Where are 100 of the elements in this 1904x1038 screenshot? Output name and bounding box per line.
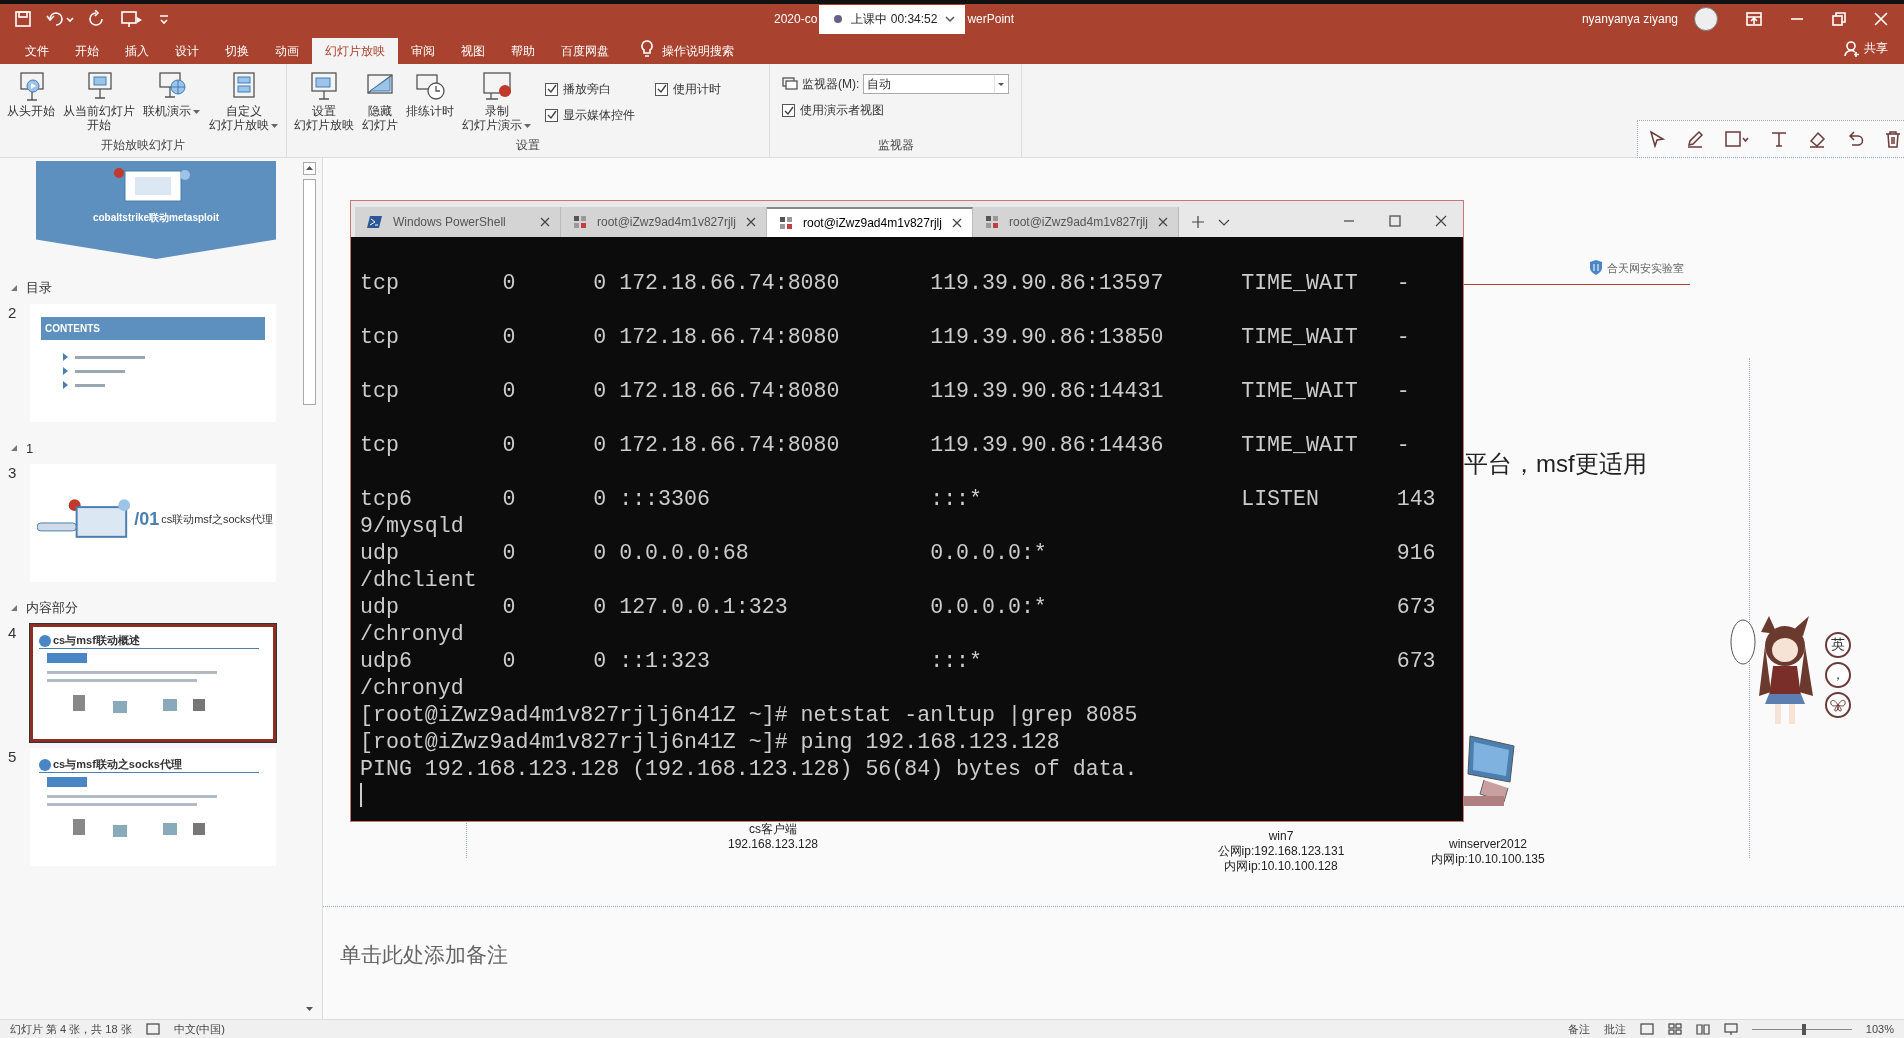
ribbon-tab[interactable]: 幻灯片放映 — [312, 38, 398, 64]
slide-number: 2 — [7, 304, 18, 321]
terminal-tab[interactable]: root@iZwz9ad4m1v827rjlj — [973, 207, 1179, 237]
ime-mode-button[interactable]: 英 — [1825, 632, 1851, 658]
expanded-triangle-icon[interactable] — [10, 284, 18, 292]
monitor-label: 监视器(M): — [802, 75, 860, 93]
pointer-icon[interactable] — [1648, 130, 1666, 148]
avatar[interactable] — [1694, 7, 1718, 31]
save-icon[interactable] — [14, 10, 32, 28]
ribbon-tab[interactable]: 开始 — [62, 38, 112, 64]
terminal-tab[interactable]: root@iZwz9ad4m1v827rjlj — [767, 207, 973, 237]
slide-number: 5 — [7, 748, 18, 765]
checkbox[interactable] — [545, 82, 558, 96]
zoom-level[interactable]: 103% — [1865, 1023, 1894, 1035]
ribbon-tab[interactable]: 文件 — [12, 38, 62, 64]
close-icon[interactable] — [1158, 217, 1168, 227]
terminal-line: /dhclient — [360, 567, 478, 594]
ribbon-tab[interactable]: 审阅 — [398, 38, 448, 64]
search-field[interactable]: 操作说明搜索 — [662, 38, 734, 64]
checkbox[interactable] — [545, 108, 558, 122]
checkbox-label: 使用计时 — [673, 80, 721, 98]
ribbon-tab[interactable]: 设计 — [162, 38, 212, 64]
checkbox-label: 播放旁白 — [563, 80, 611, 98]
ribbon-button[interactable]: 自定义 幻灯片放映 — [206, 70, 282, 132]
chapter-number: /01 — [134, 508, 160, 530]
user-name[interactable]: nyanyanya ziyang — [1581, 12, 1678, 26]
restore-icon[interactable] — [1832, 12, 1846, 26]
section-header[interactable]: 1 — [0, 438, 301, 458]
eraser-icon[interactable] — [1808, 130, 1826, 148]
slide-thumbnail[interactable]: cs与msf联动概述 — [30, 624, 276, 742]
ribbon-tab[interactable]: 切换 — [212, 38, 262, 64]
sorter-view-icon[interactable] — [1667, 1023, 1682, 1035]
scroll-thumb[interactable] — [303, 179, 316, 405]
butterfly-icon — [1830, 698, 1846, 712]
slide-thumbnail[interactable]: cs与msf联动之socks代理 — [30, 748, 276, 866]
terminal-line: udp 0 0 0.0.0.0:68 0.0.0.0:* 916 — [360, 540, 1437, 567]
slide-count: 幻灯片 第 4 张，共 18 张 — [10, 1021, 132, 1037]
ribbon-tab[interactable]: 百度网盘 — [548, 38, 622, 64]
node-label: win7 公网ip:192.168.123.131 内网ip:10.10.100.128 — [1216, 829, 1346, 874]
normal-view-icon[interactable] — [1639, 1023, 1654, 1035]
undo-icon[interactable] — [1846, 130, 1864, 148]
ime-punctuation-button[interactable]: ， — [1825, 662, 1851, 688]
ime-skin-button[interactable] — [1825, 692, 1851, 718]
ribbon-button[interactable]: 录制 幻灯片演示 — [459, 70, 535, 132]
close-icon[interactable] — [746, 217, 756, 227]
section-header[interactable]: 目录 — [0, 278, 301, 298]
maximize-icon[interactable] — [1389, 215, 1401, 227]
language-label[interactable]: 中文(中国) — [173, 1021, 225, 1037]
close-icon[interactable] — [1435, 215, 1447, 227]
reading-view-icon[interactable] — [1695, 1023, 1710, 1035]
ribbon-tab[interactable]: 帮助 — [498, 38, 548, 64]
slideshow-view-icon[interactable] — [1723, 1023, 1738, 1035]
chevron-down-icon[interactable] — [945, 14, 956, 24]
group-label: 监视器 — [876, 137, 915, 154]
notes-button[interactable]: 备注 — [1567, 1021, 1590, 1037]
checkbox[interactable] — [655, 82, 668, 96]
close-icon[interactable] — [540, 217, 550, 227]
terminal-tab[interactable]: Windows PowerShell — [355, 207, 561, 237]
linux-terminal-icon — [985, 215, 999, 229]
trash-icon[interactable] — [1884, 130, 1902, 148]
ribbon-button[interactable]: 设置 幻灯片放映 — [291, 70, 357, 132]
document-title: werPoint — [967, 12, 1015, 26]
ribbon-tab[interactable]: 插入 — [112, 38, 162, 64]
ribbon-display-icon[interactable] — [1746, 12, 1762, 26]
text-icon[interactable] — [1770, 130, 1788, 148]
terminal-tab[interactable]: root@iZwz9ad4m1v827rjlj — [561, 207, 767, 237]
share-button[interactable]: 共享 — [1844, 40, 1888, 57]
ribbon-button[interactable]: 联机演示 — [140, 70, 204, 118]
terminal-line: tcp6 0 0 :::3306 :::* LISTEN 143 — [360, 486, 1437, 513]
ribbon-tab[interactable]: 动画 — [262, 38, 312, 64]
scroll-up-icon[interactable] — [303, 162, 316, 175]
linux-terminal-icon — [573, 215, 587, 229]
ribbon-tab[interactable]: 视图 — [448, 38, 498, 64]
redo-icon[interactable] — [88, 10, 106, 28]
ribbon-button[interactable]: 排练计时 — [403, 70, 457, 118]
section-header[interactable]: 内容部分 — [0, 598, 301, 618]
ribbon-button[interactable]: 隐藏 幻灯片 — [359, 70, 401, 132]
slide-number: 3 — [7, 464, 18, 481]
check-icon — [783, 105, 794, 116]
close-icon[interactable] — [952, 218, 962, 228]
node-label: winserver2012 内网ip:10.10.100.135 — [1430, 837, 1546, 867]
ribbon-button[interactable]: 从当前幻灯片 开始 — [60, 70, 138, 132]
plus-icon[interactable] — [1191, 215, 1205, 229]
slide-title: cs联动msf之socks代理 — [161, 511, 273, 527]
comments-button[interactable]: 批注 — [1603, 1021, 1626, 1037]
pen-icon[interactable] — [1686, 130, 1704, 148]
document-title: 2020-co — [774, 12, 818, 26]
expanded-triangle-icon[interactable] — [10, 444, 18, 452]
linux-terminal-icon — [779, 216, 793, 230]
checkbox[interactable] — [782, 104, 795, 117]
ribbon-button[interactable]: 从头开始 — [4, 70, 58, 118]
expanded-triangle-icon[interactable] — [10, 604, 18, 612]
undo-icon[interactable] — [46, 10, 74, 28]
monitor-dropdown[interactable]: 自动 — [863, 74, 1010, 94]
rectangle-icon[interactable] — [1724, 130, 1750, 148]
checkbox-label: 使用演示者视图 — [800, 102, 884, 119]
notes-field[interactable]: 单击此处添加备注 — [340, 941, 508, 969]
zoom-slider-thumb[interactable] — [1801, 1023, 1806, 1035]
slide-thumbnail[interactable]: /01cs联动msf之socks代理 — [30, 464, 276, 582]
present-icon[interactable] — [120, 10, 144, 28]
